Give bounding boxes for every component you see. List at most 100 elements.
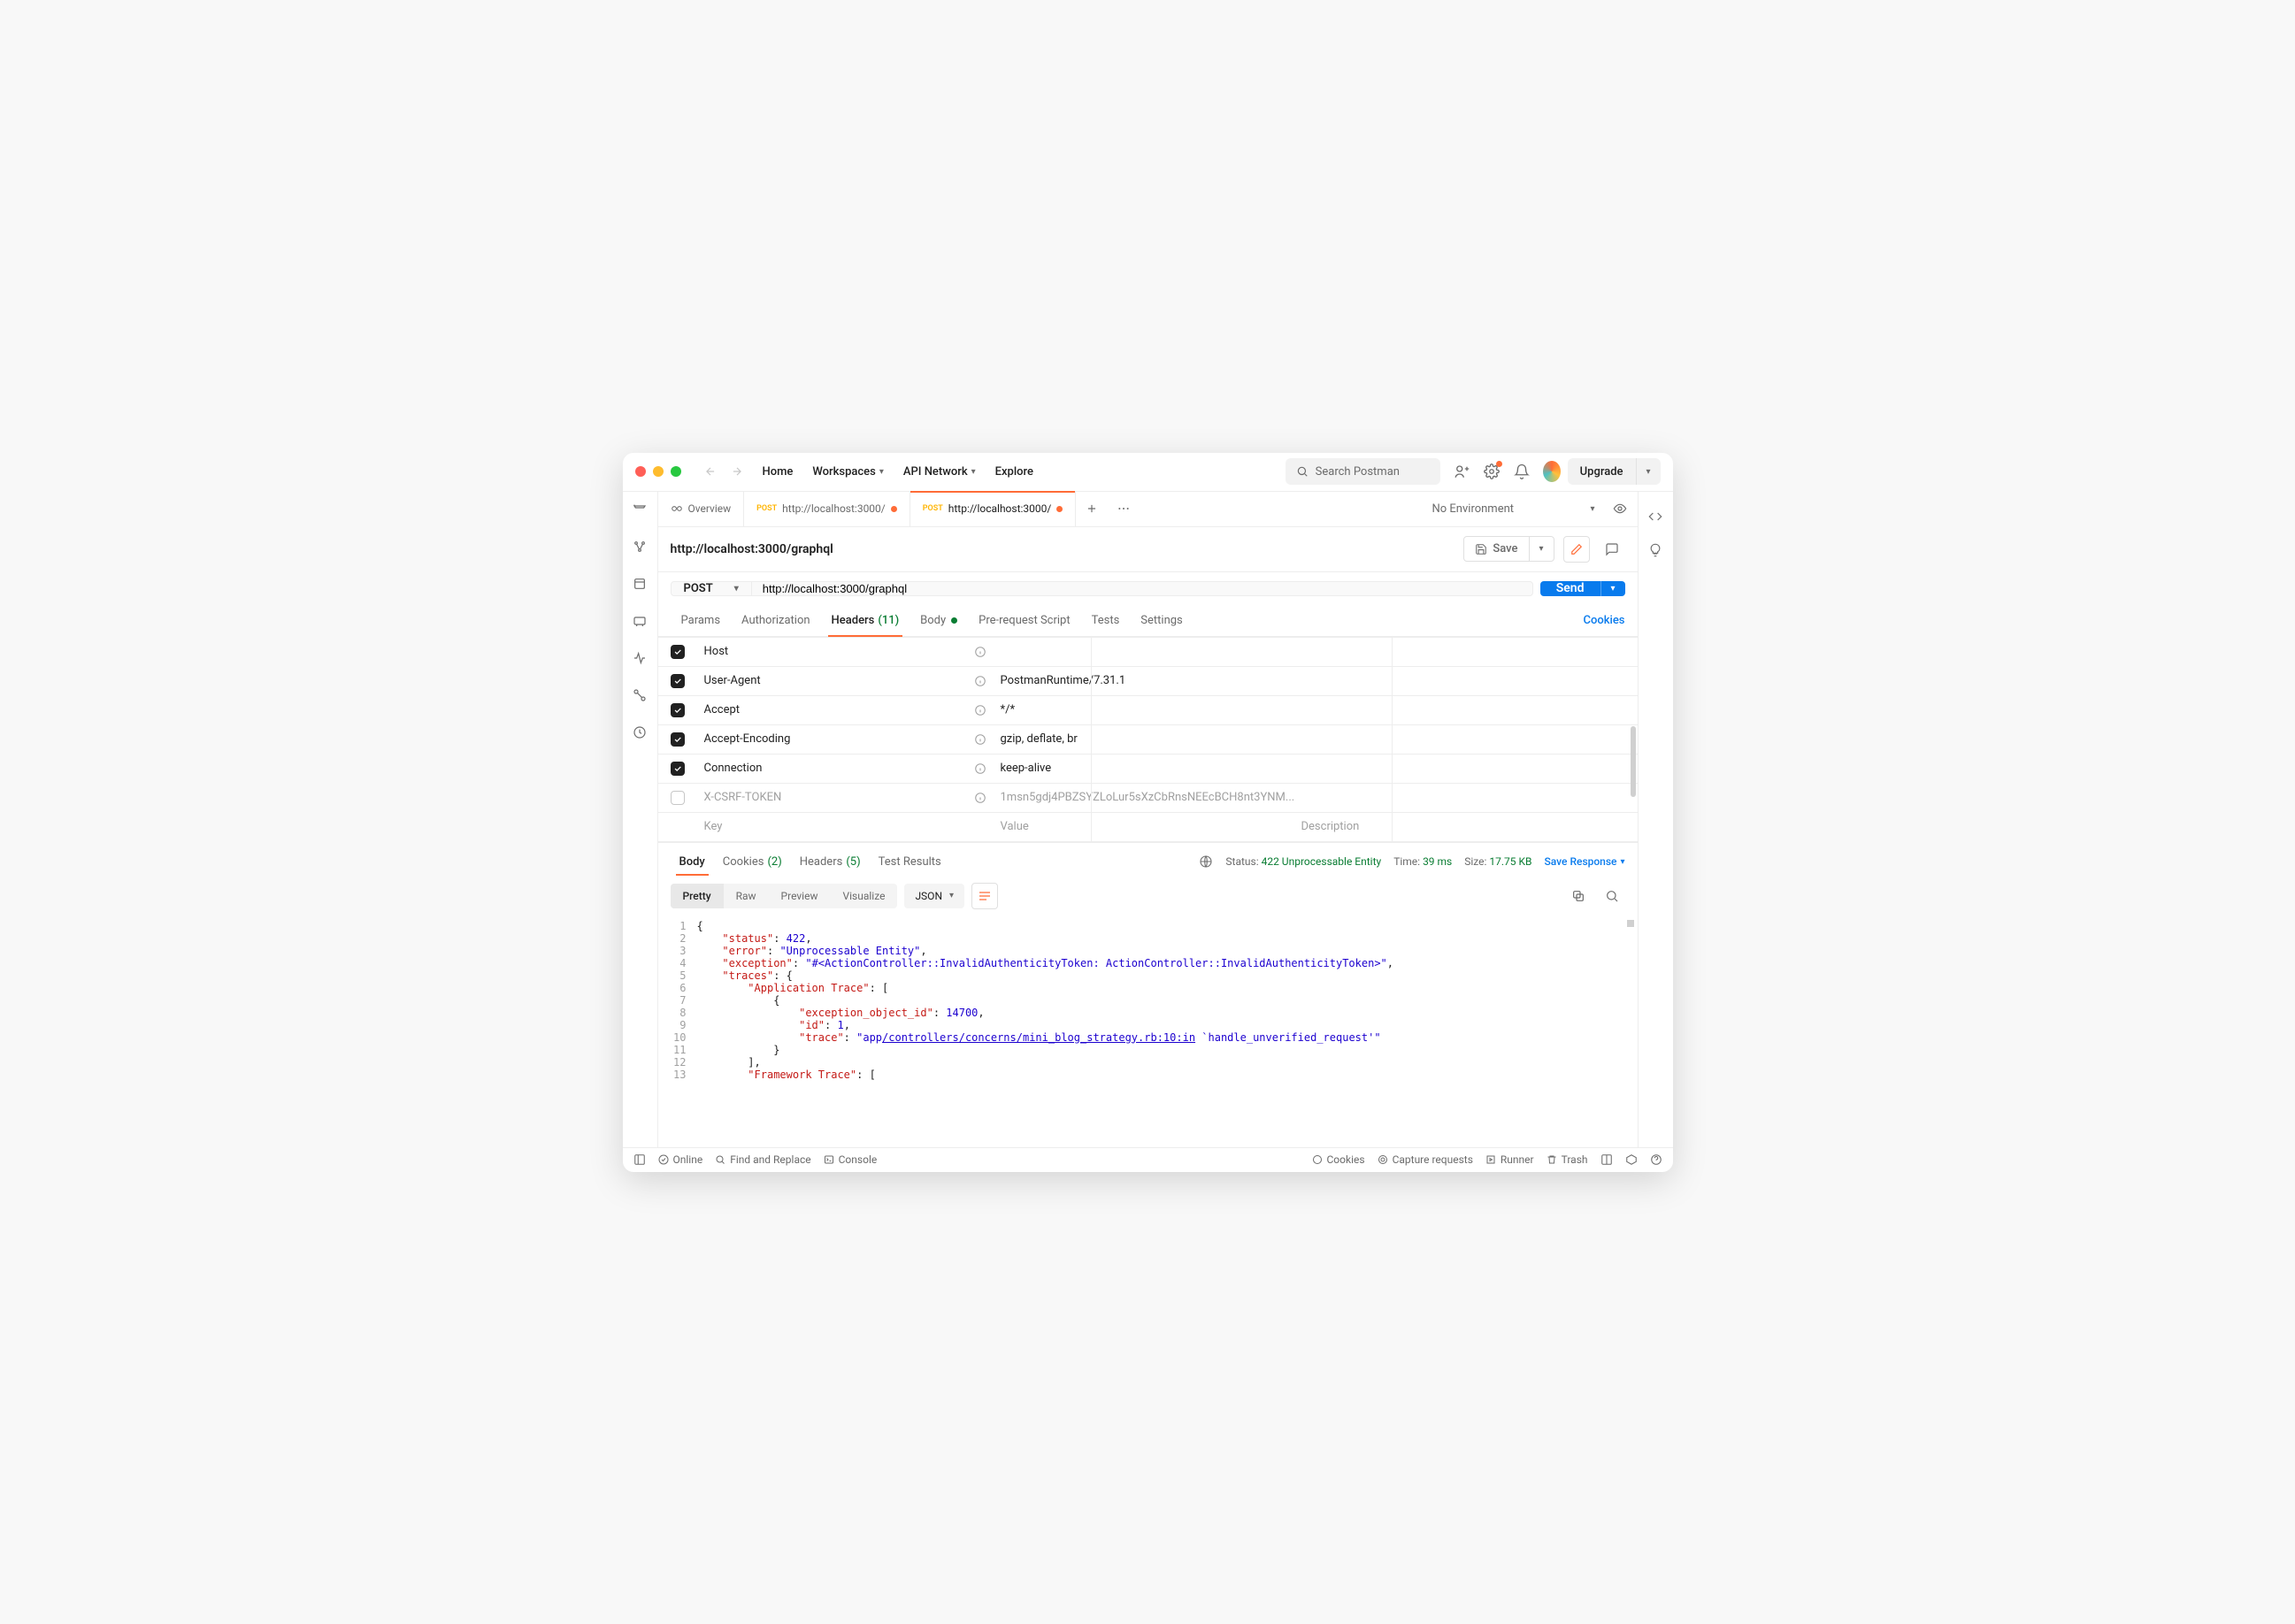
req-tab-headers[interactable]: Headers (11) — [821, 605, 910, 636]
upgrade-button[interactable]: Upgrade ▾ — [1568, 458, 1661, 485]
code-line[interactable]: 2 "status": 422, — [658, 932, 1638, 945]
online-status[interactable]: Online — [658, 1153, 703, 1166]
wrap-lines-button[interactable] — [971, 883, 998, 909]
code-snippet-icon[interactable] — [1648, 509, 1662, 524]
resp-tab-headers[interactable]: Headers (5) — [791, 848, 870, 876]
close-dot[interactable] — [635, 466, 646, 477]
back-button[interactable] — [699, 460, 722, 483]
info-icon[interactable] — [974, 646, 986, 658]
footer-runner[interactable]: Runner — [1485, 1153, 1534, 1166]
header-value-cell[interactable] — [994, 638, 1294, 666]
req-tab-body[interactable]: Body — [910, 605, 968, 636]
header-value-cell[interactable]: 1msn5gdj4PBZSYZLoLur5sXzCbRnsNEEcBCH8nt3… — [994, 784, 1302, 812]
upgrade-dropdown[interactable]: ▾ — [1636, 458, 1661, 485]
history-icon[interactable] — [631, 724, 649, 741]
req-tab-settings[interactable]: Settings — [1130, 605, 1193, 636]
save-button[interactable]: Save — [1464, 537, 1528, 561]
req-tab-tests[interactable]: Tests — [1081, 605, 1131, 636]
footer-capture[interactable]: Capture requests — [1378, 1153, 1473, 1166]
header-value-cell[interactable]: gzip, deflate, br — [994, 725, 1294, 754]
header-key-cell[interactable]: X-CSRF-TOKEN — [697, 784, 994, 812]
checkbox[interactable] — [671, 674, 685, 688]
invite-icon[interactable] — [1453, 463, 1470, 480]
environment-selector[interactable]: No Environment ▾ — [1425, 502, 1602, 516]
footer-cookies[interactable]: Cookies — [1312, 1153, 1365, 1166]
explore-link[interactable]: Explore — [995, 465, 1033, 479]
monitors-icon[interactable] — [631, 649, 649, 667]
footer-two-pane[interactable] — [1600, 1153, 1613, 1166]
code-line[interactable]: 12 ], — [658, 1056, 1638, 1069]
method-selector[interactable]: POST ▾ — [672, 582, 752, 595]
copy-response-button[interactable] — [1565, 883, 1592, 909]
find-replace[interactable]: Find and Replace — [715, 1153, 810, 1166]
edit-button[interactable] — [1563, 536, 1590, 563]
header-row[interactable]: Connection keep-alive — [658, 755, 1638, 784]
checkbox[interactable] — [671, 791, 685, 805]
req-tab-prereq[interactable]: Pre-request Script — [968, 605, 1080, 636]
tab-request-1[interactable]: POST http://localhost:3000/ — [744, 492, 910, 526]
comments-button[interactable] — [1599, 536, 1625, 563]
flows-icon[interactable] — [631, 686, 649, 704]
footer-question[interactable] — [1650, 1153, 1662, 1166]
view-visualize[interactable]: Visualize — [830, 884, 897, 908]
resp-tab-tests[interactable]: Test Results — [870, 848, 950, 876]
new-tab-button[interactable] — [1076, 502, 1108, 515]
notifications-icon[interactable] — [1513, 463, 1531, 480]
tips-icon[interactable] — [1648, 543, 1662, 557]
send-button[interactable]: Send — [1540, 581, 1600, 595]
code-line[interactable]: 8 "exception_object_id": 14700, — [658, 1007, 1638, 1019]
globe-icon[interactable] — [1199, 854, 1213, 869]
checkbox[interactable] — [671, 703, 685, 717]
checkbox[interactable] — [671, 762, 685, 776]
header-key-placeholder[interactable]: Key — [697, 813, 994, 841]
tab-overview[interactable]: Overview — [658, 492, 745, 526]
layout-toggle[interactable] — [633, 1153, 646, 1166]
code-line[interactable]: 10 "trace": "app/controllers/concerns/mi… — [658, 1031, 1638, 1044]
header-value-cell[interactable]: */* — [994, 696, 1294, 724]
header-value-cell[interactable]: keep-alive — [994, 755, 1294, 783]
resp-tab-body[interactable]: Body — [671, 848, 714, 876]
header-value-cell[interactable]: PostmanRuntime/7.31.1 — [994, 667, 1294, 695]
header-desc-cell[interactable] — [1301, 784, 1637, 812]
forward-button[interactable] — [725, 460, 748, 483]
header-row[interactable]: Accept */* — [658, 696, 1638, 725]
header-value-placeholder[interactable]: Value — [994, 813, 1294, 841]
settings-icon[interactable] — [1483, 463, 1501, 480]
cookies-link[interactable]: Cookies — [1584, 605, 1625, 636]
collections-icon[interactable] — [631, 501, 649, 518]
console-toggle[interactable]: Console — [824, 1153, 878, 1166]
code-line[interactable]: 9 "id": 1, — [658, 1019, 1638, 1031]
info-icon[interactable] — [974, 733, 986, 746]
code-line[interactable]: 3 "error": "Unprocessable Entity", — [658, 945, 1638, 957]
header-key-cell[interactable]: Connection — [697, 755, 994, 783]
info-icon[interactable] — [974, 762, 986, 775]
format-selector[interactable]: JSON▾ — [904, 884, 964, 908]
workspaces-dropdown[interactable]: Workspaces▾ — [812, 465, 883, 479]
header-row[interactable]: Accept-Encoding gzip, deflate, br — [658, 725, 1638, 755]
apis-icon[interactable] — [631, 538, 649, 555]
view-raw[interactable]: Raw — [724, 884, 769, 908]
code-line[interactable]: 11 } — [658, 1044, 1638, 1056]
header-desc-cell[interactable] — [1294, 667, 1638, 695]
header-key-cell[interactable]: Accept-Encoding — [697, 725, 994, 754]
minimize-dot[interactable] — [653, 466, 664, 477]
header-row[interactable]: User-Agent PostmanRuntime/7.31.1 — [658, 667, 1638, 696]
req-tab-params[interactable]: Params — [671, 605, 732, 636]
search-response-button[interactable] — [1599, 883, 1625, 909]
view-preview[interactable]: Preview — [769, 884, 831, 908]
scrollbar-thumb[interactable] — [1627, 920, 1634, 927]
info-icon[interactable] — [974, 704, 986, 716]
info-icon[interactable] — [974, 675, 986, 687]
resp-tab-cookies[interactable]: Cookies (2) — [714, 848, 791, 876]
code-line[interactable]: 6 "Application Trace": [ — [658, 982, 1638, 994]
zoom-dot[interactable] — [671, 466, 681, 477]
tab-options-button[interactable] — [1108, 502, 1140, 516]
header-desc-placeholder[interactable]: Description — [1294, 813, 1638, 841]
send-dropdown[interactable]: ▾ — [1600, 581, 1625, 596]
code-line[interactable]: 4 "exception": "#<ActionController::Inva… — [658, 957, 1638, 969]
api-network-dropdown[interactable]: API Network▾ — [903, 465, 976, 479]
header-desc-cell[interactable] — [1294, 696, 1638, 724]
header-desc-cell[interactable] — [1294, 725, 1638, 754]
code-line[interactable]: 5 "traces": { — [658, 969, 1638, 982]
header-desc-cell[interactable] — [1294, 755, 1638, 783]
